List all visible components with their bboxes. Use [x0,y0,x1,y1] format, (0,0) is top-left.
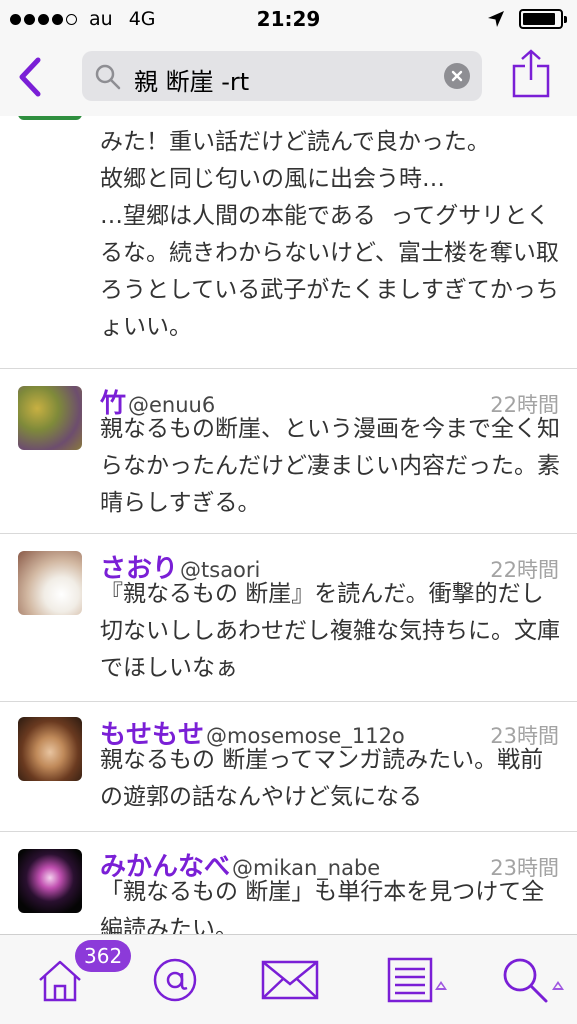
close-icon [451,70,463,82]
tweet-text: 「親なるもの 断崖」も単行本を見つけて全編読みたい。 [100,879,545,934]
avatar [18,717,82,781]
status-right [487,9,567,29]
mail-icon [261,960,319,1000]
tweet-cell[interactable]: さおり @tsaori 22時間 『親なるもの 断崖』を読んだ。衝撃的だし切ない… [0,534,577,702]
status-bar: au 4G 21:29 [0,0,577,38]
tab-home[interactable]: 362 [20,935,132,1024]
dropdown-triangle-icon [552,981,564,990]
avatar [18,386,82,450]
dropdown-triangle-icon [435,981,447,990]
search-icon [503,958,548,1003]
tab-lists[interactable] [365,935,455,1024]
tweet-text: 親なるもの断崖、という漫画を今まで全く知らなかったんだけど凄まじい内容だった。素… [100,416,560,516]
tweet-timeline[interactable]: みた！重い話だけど読んで良かった。 故郷と同じ匂いの風に出会う時… …望郷は人間… [0,116,577,934]
search-input[interactable]: 親 断崖 -rt [82,51,482,101]
at-sign-icon [153,958,197,1002]
battery-icon [519,9,567,29]
search-query: 親 断崖 -rt [134,68,250,96]
share-icon [512,49,550,98]
tweet-text: みた！重い話だけど読んで良かった。 故郷と同じ匂いの風に出会う時… …望郷は人間… [100,129,559,340]
tab-search[interactable] [480,935,570,1024]
nav-bar: 親 断崖 -rt [0,38,577,116]
tab-bar: 362 [0,934,577,1024]
avatar [18,116,82,120]
clear-search-button[interactable] [444,63,470,89]
unread-badge: 362 [75,940,132,972]
avatar [18,849,82,913]
share-button[interactable] [511,48,551,102]
search-icon [95,64,121,90]
tab-messages[interactable] [250,935,330,1024]
tweet-text: 親なるもの 断崖ってマンガ読みたい。戦前の遊郭の話なんやけど気になる [100,747,544,810]
list-icon [387,957,433,1003]
tweet-cell[interactable]: もせもせ @mosemose_112o 23時間 親なるもの 断崖ってマンガ読み… [0,702,577,832]
avatar [18,551,82,615]
tweet-cell[interactable]: みかんなべ @mikan_nabe 23時間 「親なるもの 断崖」も単行本を見つ… [0,832,577,934]
chevron-left-icon [19,57,41,97]
tab-mentions[interactable] [135,935,215,1024]
tweet-text: 『親なるもの 断崖』を読んだ。衝撃的だし切ないししあわせだし複雑な気持ちに。文庫… [100,581,560,681]
location-arrow-icon [488,11,504,27]
tweet-cell[interactable]: みた！重い話だけど読んで良かった。 故郷と同じ匂いの風に出会う時… …望郷は人間… [0,116,577,369]
back-button[interactable] [10,52,50,102]
tweet-cell[interactable]: 竹 @enuu6 22時間 親なるもの断崖、という漫画を今まで全く知らなかったん… [0,369,577,534]
